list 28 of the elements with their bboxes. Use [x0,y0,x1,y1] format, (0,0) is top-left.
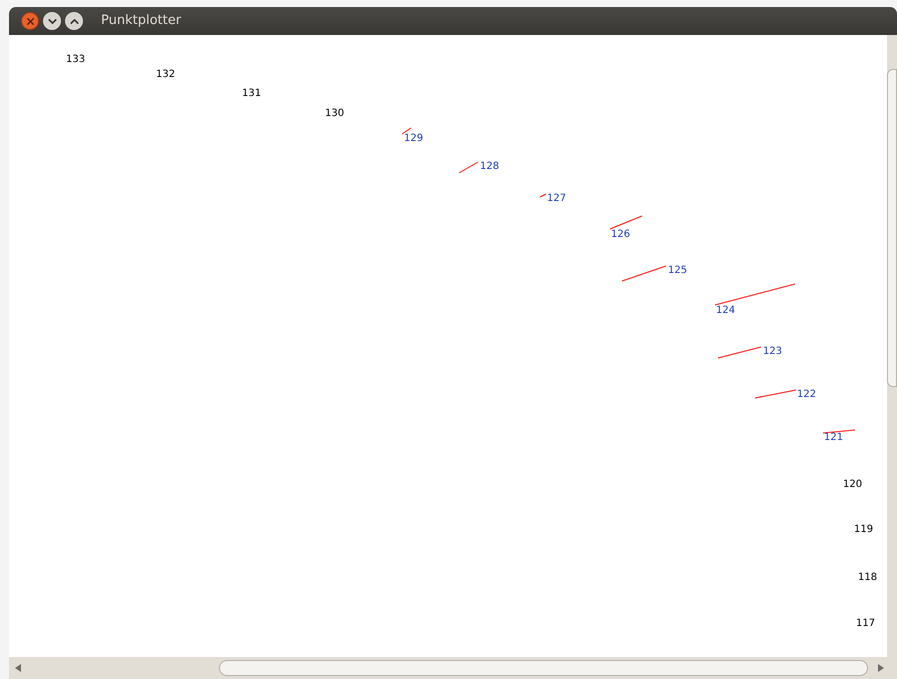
point-label: 119 [854,524,874,535]
point-label: 131 [242,88,262,99]
point-label: 126 [611,229,630,240]
maximize-button[interactable] [65,12,83,30]
point-label: 118 [858,572,878,583]
scroll-left-icon[interactable] [15,664,21,672]
minimize-button[interactable] [43,12,61,30]
point-label: 129 [404,133,424,144]
window-title: Punktplotter [101,12,182,30]
point-label: 133 [66,54,86,65]
scroll-right-icon[interactable] [878,664,884,672]
point-label: 128 [480,161,500,172]
point-label: 123 [763,346,782,357]
point-label: 122 [797,389,816,400]
horizontal-scrollbar[interactable] [9,657,897,679]
point-label: 120 [843,479,862,490]
vertical-scrollbar[interactable] [887,35,897,657]
close-button[interactable] [21,12,39,30]
scrollbar-thumb[interactable] [219,660,868,676]
point-label: 117 [856,618,876,629]
point-label: 124 [716,305,736,316]
close-icon [24,16,36,26]
point-label: 130 [325,108,344,119]
point-label: 132 [156,69,176,80]
point-label: 127 [547,193,566,204]
point-label: 125 [668,265,688,276]
scrollbar-thumb[interactable] [887,69,897,387]
point-label: 121 [824,432,844,443]
